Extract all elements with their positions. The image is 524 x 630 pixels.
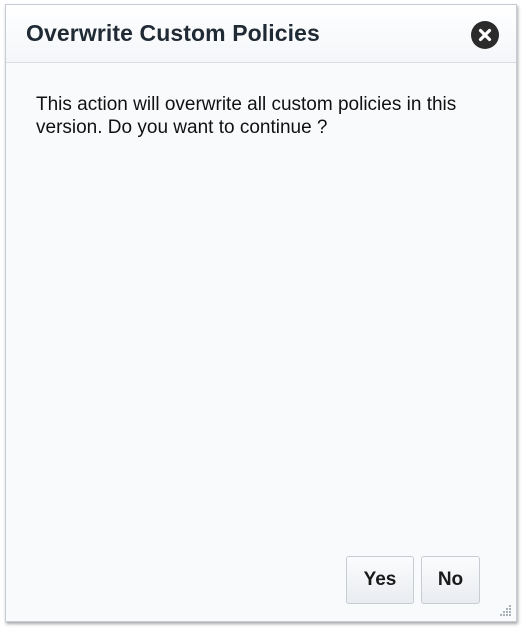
dialog-title: Overwrite Custom Policies [26, 20, 320, 46]
yes-button[interactable]: Yes [346, 556, 414, 604]
close-icon[interactable] [471, 21, 499, 49]
no-button[interactable]: No [421, 556, 480, 604]
dialog-titlebar: Overwrite Custom Policies [6, 5, 516, 63]
overwrite-dialog: Overwrite Custom Policies This action wi… [5, 4, 517, 622]
resize-grip-icon[interactable] [498, 603, 512, 617]
dialog-message: This action will overwrite all custom po… [36, 94, 457, 138]
